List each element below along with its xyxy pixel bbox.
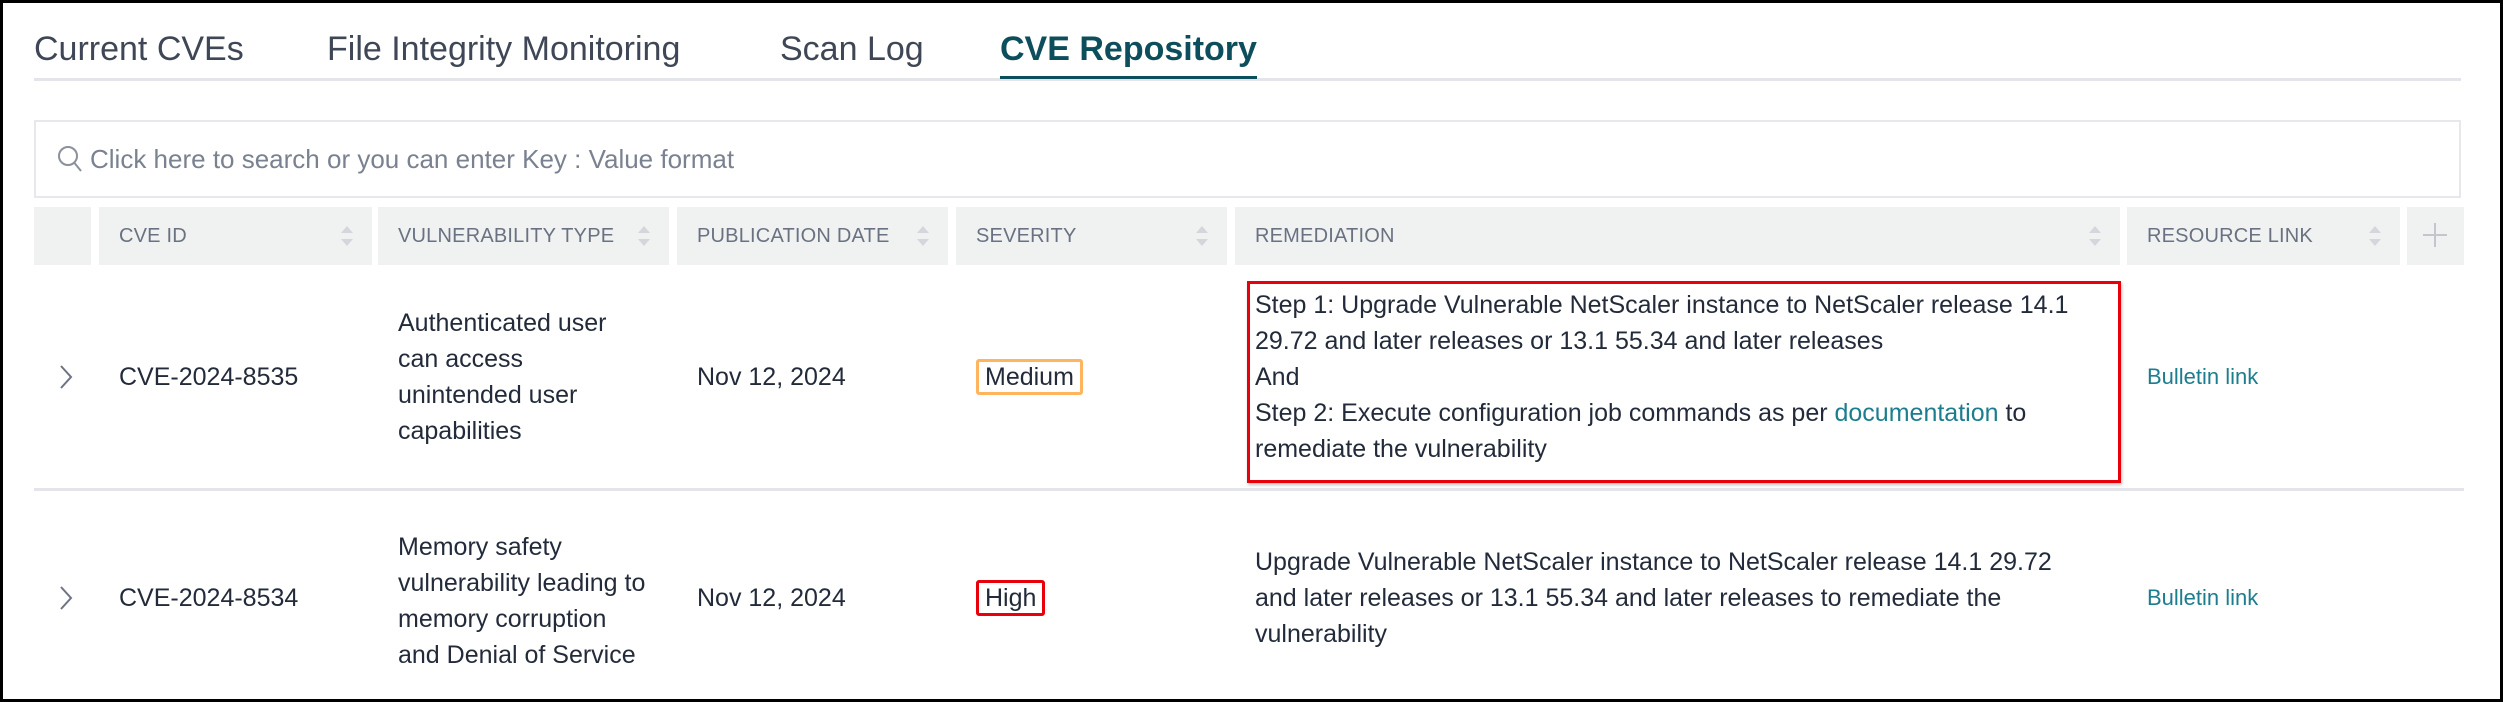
expand-column-header [34, 207, 91, 265]
column-header-severity[interactable]: SEVERITY [956, 207, 1227, 265]
resource-link-cell: Bulletin link [2127, 265, 2400, 488]
vulnerability-type-cell: Authenticated user can access unintended… [398, 308, 607, 445]
column-header-remediation[interactable]: REMEDIATION [1235, 207, 2120, 265]
severity-cell: Medium [956, 265, 1227, 488]
column-header-label: PUBLICATION DATE [697, 224, 890, 247]
remediation-step-1: Step 1: Upgrade Vulnerable NetScaler ins… [1255, 290, 2069, 355]
remediation-and: And [1255, 362, 1300, 391]
chevron-right-icon[interactable] [56, 362, 76, 392]
search-bar[interactable] [34, 120, 2461, 198]
tab-bar: Current CVEs File Integrity Monitoring S… [34, 3, 2461, 81]
bulletin-link[interactable]: Bulletin link [2147, 580, 2258, 616]
resource-link-cell: Bulletin link [2127, 491, 2400, 699]
tab-cve-repository[interactable]: CVE Repository [1000, 29, 1257, 79]
severity-badge: High [976, 580, 1046, 616]
column-header-resource-link[interactable]: RESOURCE LINK [2127, 207, 2400, 265]
tab-current-cves[interactable]: Current CVEs [34, 29, 244, 69]
sort-icon[interactable] [1195, 224, 1209, 248]
table-row: CVE-2024-8535 Authenticated user can acc… [34, 265, 2464, 491]
table-row: CVE-2024-8534 Memory safety vulnerabilit… [34, 491, 2464, 699]
bulletin-link[interactable]: Bulletin link [2147, 359, 2258, 395]
chevron-right-icon[interactable] [56, 583, 76, 613]
table-header: CVE ID VULNERABILITY TYPE PUBLICATION DA… [34, 207, 2464, 265]
column-header-label: REMEDIATION [1255, 224, 1395, 247]
remediation-step-2: Step 2: Execute configuration job comman… [1255, 398, 1835, 427]
column-header-vulnerability-type[interactable]: VULNERABILITY TYPE [378, 207, 669, 265]
sort-icon[interactable] [340, 224, 354, 248]
search-input[interactable] [90, 143, 2390, 175]
severity-cell: High [956, 491, 1227, 699]
add-column-button[interactable] [2407, 207, 2464, 265]
column-header-label: CVE ID [119, 224, 187, 247]
search-icon [58, 146, 82, 172]
column-header-label: SEVERITY [976, 224, 1077, 247]
severity-badge: Medium [976, 358, 1083, 395]
publication-date-cell: Nov 12, 2024 [697, 584, 846, 612]
sort-icon[interactable] [2368, 224, 2382, 248]
page: Current CVEs File Integrity Monitoring S… [3, 3, 2500, 699]
column-header-label: VULNERABILITY TYPE [398, 224, 615, 247]
remediation-cell: Upgrade Vulnerable NetScaler instance to… [1255, 548, 2052, 648]
publication-date-cell: Nov 12, 2024 [697, 362, 846, 391]
vulnerability-type-cell: Memory safety vulnerability leading to m… [398, 533, 646, 669]
sort-icon[interactable] [2088, 224, 2102, 248]
tab-file-integrity-monitoring[interactable]: File Integrity Monitoring [327, 29, 680, 69]
column-header-label: RESOURCE LINK [2147, 224, 2313, 247]
plus-icon [2423, 223, 2447, 247]
column-header-cve-id[interactable]: CVE ID [99, 207, 372, 265]
sort-icon[interactable] [637, 224, 651, 248]
tab-scan-log[interactable]: Scan Log [780, 29, 924, 69]
remediation-cell: Step 1: Upgrade Vulnerable NetScaler ins… [1235, 265, 2120, 488]
cve-id-cell: CVE-2024-8535 [119, 362, 299, 391]
cve-id-cell: CVE-2024-8534 [119, 584, 299, 612]
column-header-publication-date[interactable]: PUBLICATION DATE [677, 207, 948, 265]
documentation-link[interactable]: documentation [1835, 399, 1999, 427]
sort-icon[interactable] [916, 224, 930, 248]
